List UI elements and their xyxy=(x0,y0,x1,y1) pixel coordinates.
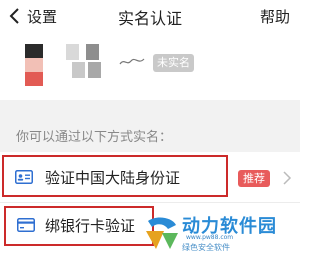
option-label: 验证中国大陆身份证 xyxy=(45,169,181,187)
hint-text: 你可以通过以下方式实名： xyxy=(16,130,173,145)
masked-name-mark xyxy=(119,58,145,65)
watermark-logo xyxy=(146,217,178,249)
verify-id-card-option[interactable]: 验证中国大陆身份证 推荐 xyxy=(0,152,300,202)
watermark-url: www.pw88.com xyxy=(186,234,234,241)
help-button[interactable]: 帮助 xyxy=(260,6,290,27)
recommend-badge: 推荐 xyxy=(238,170,270,187)
watermark-subtitle: 绿色安全软件 xyxy=(182,243,230,252)
option-label: 绑银行卡验证 xyxy=(45,217,136,235)
section-separator xyxy=(0,100,300,114)
avatar xyxy=(25,44,43,88)
chevron-right-icon xyxy=(283,171,292,185)
bank-card-icon xyxy=(17,218,35,232)
status-badge: 未实名 xyxy=(153,54,194,72)
profile-section: 未实名 xyxy=(0,34,300,100)
id-card-icon xyxy=(15,170,33,184)
masked-name xyxy=(66,44,104,78)
watermark: 动力软件园 www.pw88.com 绿色安全软件 xyxy=(142,210,298,258)
nav-bar: 设置 实名认证 帮助 xyxy=(0,0,300,34)
hint-bar: 你可以通过以下方式实名： xyxy=(0,114,300,152)
page-title: 实名认证 xyxy=(117,9,182,28)
